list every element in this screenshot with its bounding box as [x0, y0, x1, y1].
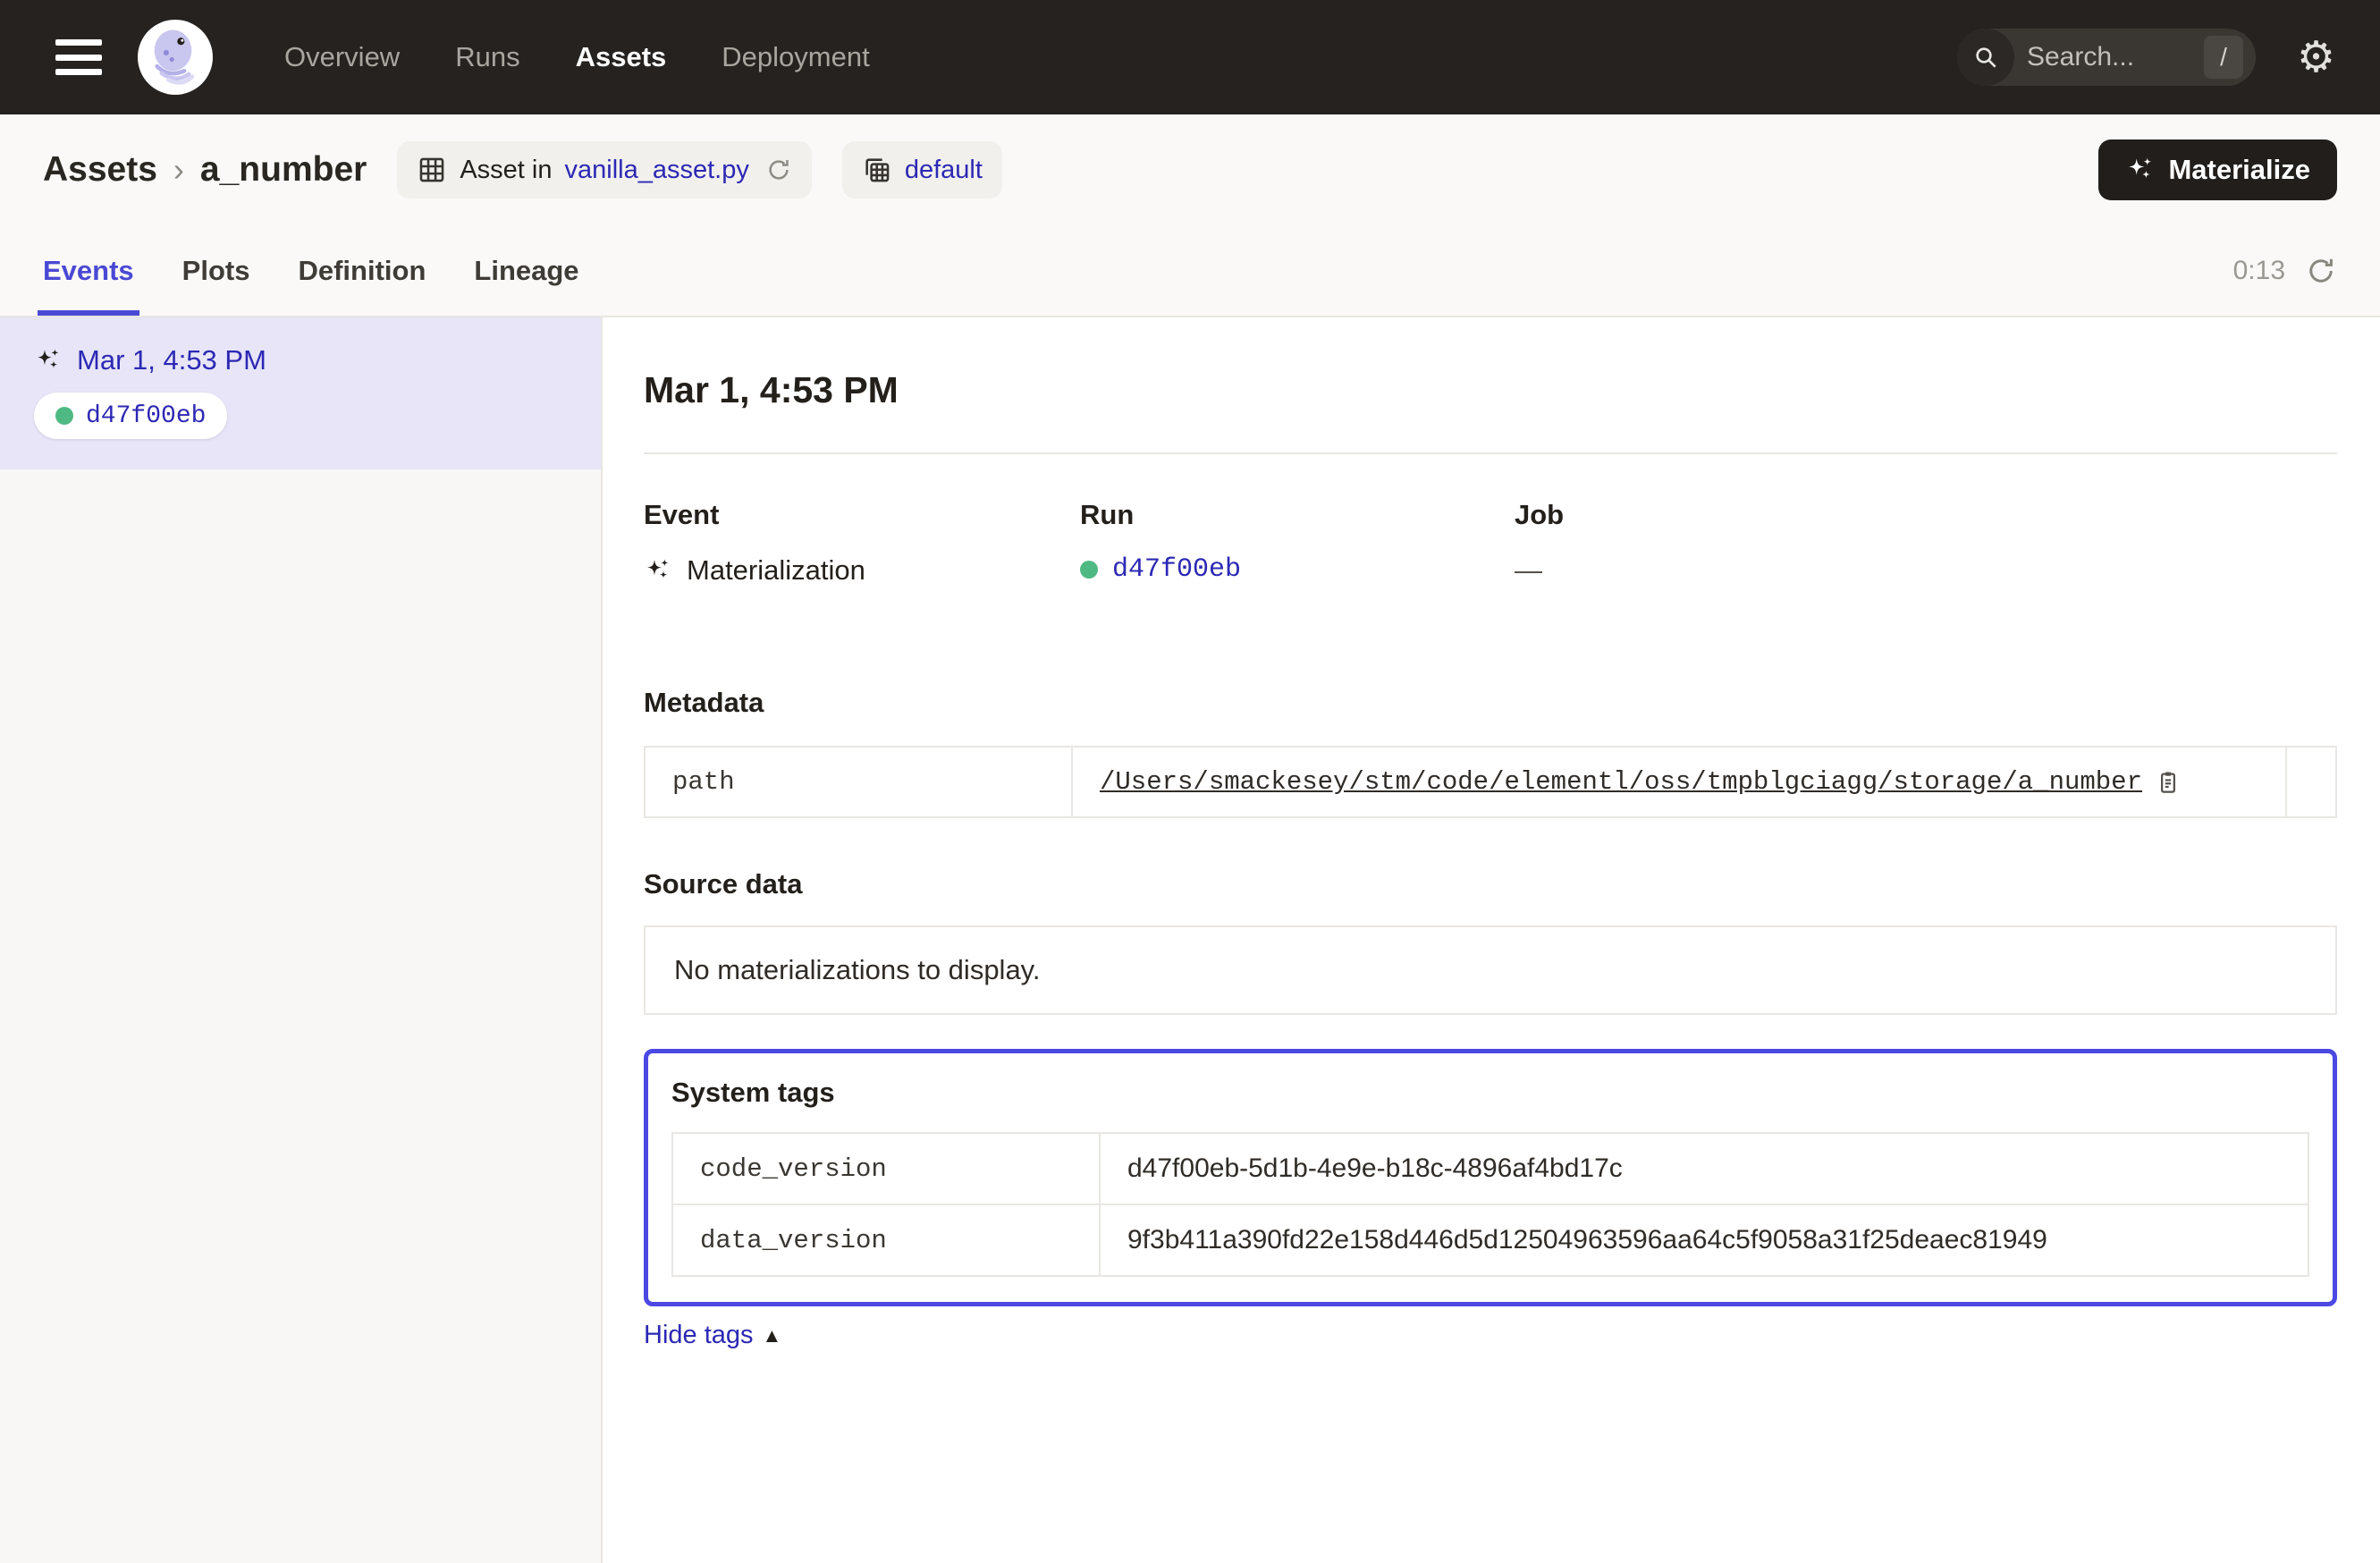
asset-in-label: Asset in	[460, 156, 552, 185]
run-id-badge[interactable]: d47f00eb	[34, 393, 227, 439]
system-tags-table: code_version d47f00eb-5d1b-4e9e-b18c-489…	[671, 1132, 2309, 1277]
search-input[interactable]	[2014, 42, 2157, 72]
metadata-actions-cell	[2285, 748, 2335, 816]
table-row: path /Users/smackesey/stm/code/elementl/…	[646, 748, 2335, 816]
asset-definition-badge: Asset in vanilla_asset.py	[397, 141, 812, 199]
materialize-sparkle-icon	[2125, 155, 2156, 185]
event-type-label: Materialization	[687, 554, 865, 587]
tag-key-data-version: data_version	[673, 1205, 1101, 1275]
tag-value-data-version: 9f3b411a390fd22e158d446d5d12504963596aa6…	[1101, 1205, 2308, 1275]
asset-file-link[interactable]: vanilla_asset.py	[565, 156, 749, 185]
tab-plots[interactable]: Plots	[182, 225, 250, 316]
metadata-table: path /Users/smackesey/stm/code/elementl/…	[644, 746, 2337, 818]
nav-item-deployment[interactable]: Deployment	[722, 41, 869, 73]
event-list-item[interactable]: Mar 1, 4:53 PM d47f00eb	[0, 317, 601, 469]
breadcrumb-assets[interactable]: Assets	[43, 150, 157, 190]
nav-links: Overview Runs Assets Deployment	[284, 41, 870, 73]
reload-icon[interactable]	[765, 156, 792, 183]
page-title: a_number	[200, 150, 367, 190]
nav-item-overview[interactable]: Overview	[284, 41, 400, 73]
system-tags-section: System tags code_version d47f00eb-5d1b-4…	[644, 1049, 2337, 1306]
table-row: data_version 9f3b411a390fd22e158d446d5d1…	[673, 1205, 2308, 1275]
metadata-section: Metadata path /Users/smackesey/stm/code/…	[644, 687, 2337, 818]
content-area: Mar 1, 4:53 PM d47f00eb Mar 1, 4:53 PM E…	[0, 317, 2380, 1563]
materialization-sparkle-icon	[34, 346, 63, 375]
metadata-path-link[interactable]: /Users/smackesey/stm/code/elementl/oss/t…	[1100, 767, 2142, 797]
event-timestamp-link[interactable]: Mar 1, 4:53 PM	[77, 344, 266, 376]
tab-definition[interactable]: Definition	[298, 225, 426, 316]
search-box[interactable]: /	[1957, 29, 2256, 86]
search-icon	[1957, 29, 2014, 86]
source-data-empty-message: No materializations to display.	[644, 925, 2337, 1015]
source-data-section: Source data No materializations to displ…	[644, 868, 2337, 1015]
system-tags-heading: System tags	[671, 1077, 2309, 1109]
asset-grid-icon	[417, 155, 447, 185]
source-data-heading: Source data	[644, 868, 2337, 900]
metadata-heading: Metadata	[644, 687, 2337, 719]
hide-tags-link[interactable]: Hide tags ▲	[644, 1321, 781, 1350]
event-detail-panel: Mar 1, 4:53 PM Event Materialization	[603, 317, 2380, 1563]
tag-value-code-version: d47f00eb-5d1b-4e9e-b18c-4896af4bd17c	[1101, 1134, 2308, 1204]
event-list-sidebar: Mar 1, 4:53 PM d47f00eb	[0, 317, 603, 1563]
top-nav: Overview Runs Assets Deployment / ⚙	[0, 0, 2380, 114]
repository-badge: default	[842, 141, 1002, 199]
tab-bar: Events Plots Definition Lineage 0:13	[0, 225, 2380, 317]
hide-tags-label: Hide tags	[644, 1321, 754, 1350]
page-header: Assets › a_number Asset in vanilla_asset…	[0, 114, 2380, 225]
event-column-label: Event	[644, 499, 1080, 531]
caret-up-icon: ▲	[763, 1324, 782, 1348]
materialize-button[interactable]: Materialize	[2098, 139, 2337, 200]
job-column-label: Job	[1515, 499, 2337, 531]
metadata-key: path	[646, 748, 1073, 816]
divider	[644, 452, 2337, 454]
gear-icon[interactable]: ⚙	[2297, 36, 2335, 79]
materialization-sparkle-icon	[644, 556, 672, 585]
table-row: code_version d47f00eb-5d1b-4e9e-b18c-489…	[673, 1134, 2308, 1205]
run-id-label: d47f00eb	[86, 402, 206, 430]
nav-item-runs[interactable]: Runs	[455, 41, 519, 73]
job-empty-value: —	[1515, 554, 1542, 587]
menu-icon[interactable]	[55, 39, 102, 75]
dagster-logo[interactable]	[138, 20, 213, 95]
materialize-label: Materialize	[2168, 154, 2310, 186]
run-column-label: Run	[1080, 499, 1515, 531]
refresh-countdown: 0:13	[2233, 256, 2285, 286]
event-detail-title: Mar 1, 4:53 PM	[644, 369, 2337, 411]
tag-key-code-version: code_version	[673, 1134, 1101, 1204]
run-status-dot	[1080, 561, 1098, 579]
nav-item-assets[interactable]: Assets	[576, 41, 667, 73]
repo-grid-icon	[862, 155, 892, 185]
run-id-link[interactable]: d47f00eb	[1112, 554, 1241, 585]
copy-icon[interactable]	[2155, 769, 2182, 796]
search-shortcut-key: /	[2204, 36, 2243, 79]
tab-events[interactable]: Events	[43, 225, 134, 316]
refresh-icon[interactable]	[2305, 255, 2337, 287]
tab-lineage[interactable]: Lineage	[474, 225, 578, 316]
repo-default-link[interactable]: default	[905, 156, 983, 185]
breadcrumb-separator: ›	[173, 151, 184, 189]
run-status-dot	[55, 407, 73, 425]
